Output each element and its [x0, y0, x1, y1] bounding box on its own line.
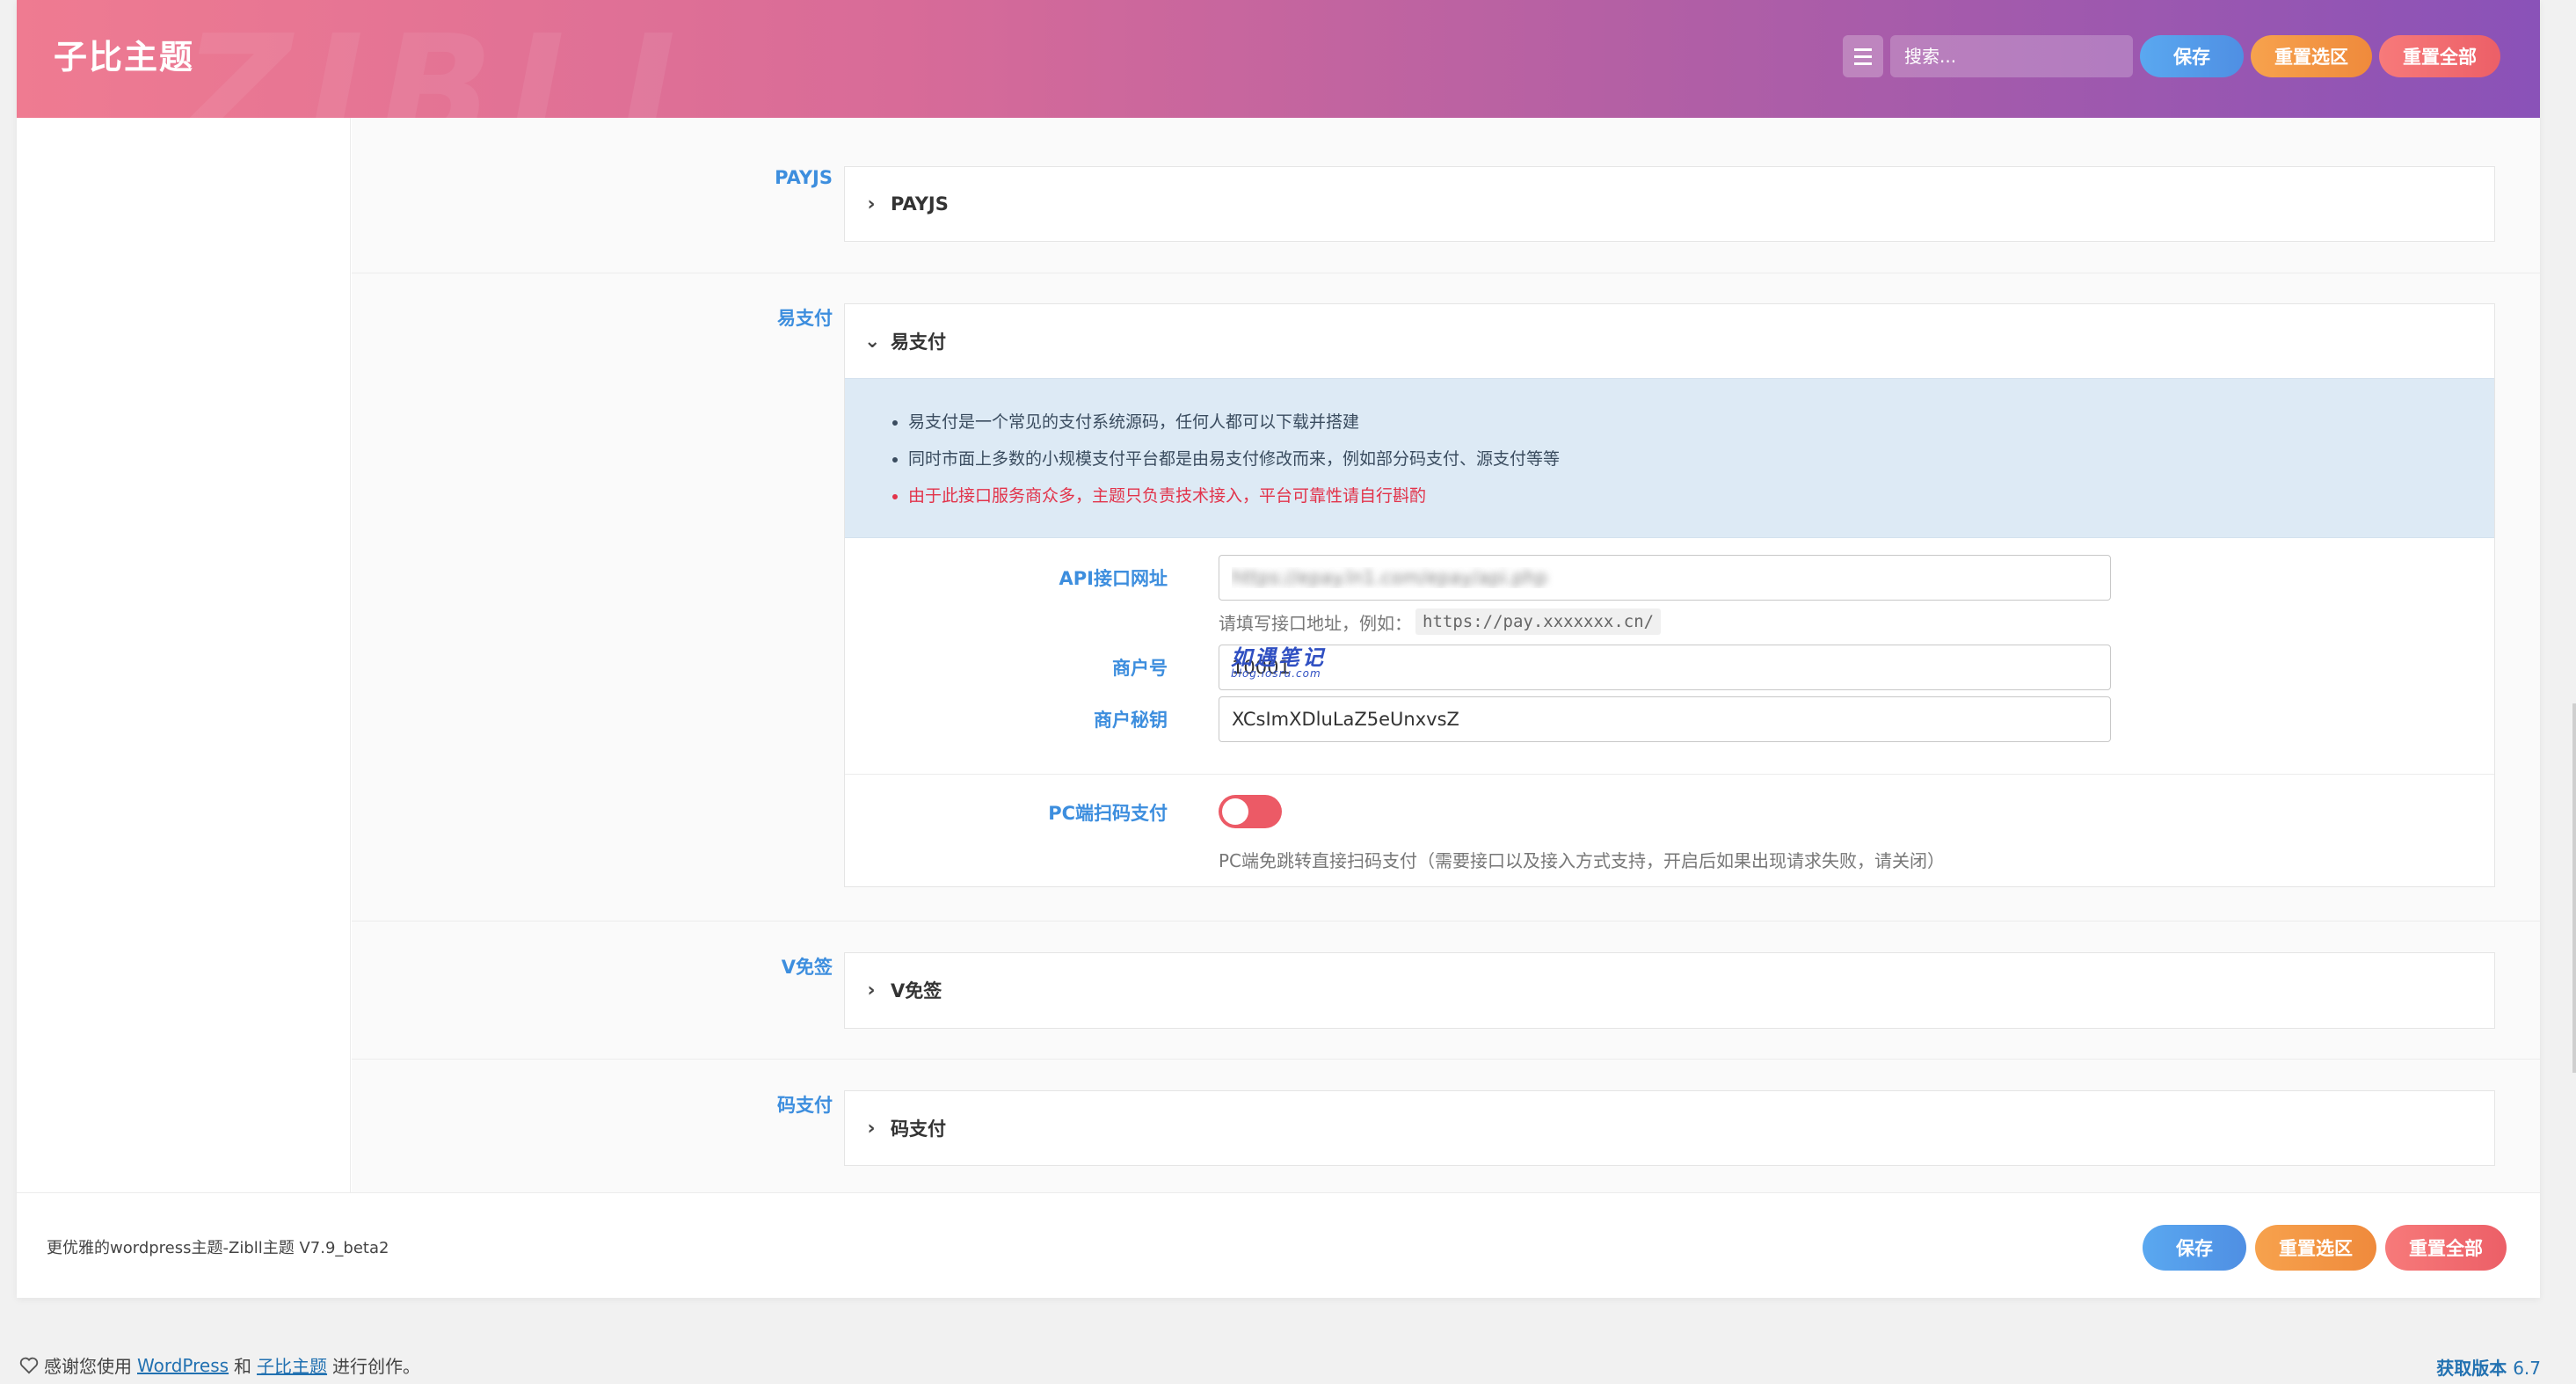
- section-codepay: 码支付 › 码支付: [352, 1060, 2540, 1192]
- header-bar: ZIBLL 子比主题 保存 重置选区 重置全部: [17, 0, 2540, 118]
- accordion-header[interactable]: › 码支付: [845, 1091, 2494, 1165]
- version-label: 获取版本: [2436, 1358, 2507, 1379]
- theme-version-text: 更优雅的wordpress主题-Zibll主题 V7.9_beta2: [47, 1239, 389, 1257]
- save-button[interactable]: 保存: [2140, 35, 2244, 77]
- info-notice: 易支付是一个常见的支付系统源码，任何人都可以下载并搭建 同时市面上多数的小规模支…: [845, 378, 2494, 538]
- chevron-down-icon: ⌄: [864, 330, 881, 353]
- hint-example: https://pay.xxxxxxx.cn/: [1415, 608, 1662, 635]
- section-label: PAYJS: [775, 167, 833, 188]
- accordion-payjs[interactable]: › PAYJS: [844, 166, 2495, 242]
- main-content: PAYJS › PAYJS 易支付 ⌄ 易支付 易支付是一个常见的支付系统源码，…: [352, 118, 2540, 1192]
- notice-item: 同时市面上多数的小规模支付平台都是由易支付修改而来，例如部分码支付、源支付等等: [908, 441, 2494, 477]
- pc-qr-hint: PC端免跳转直接扫码支付（需要接口以及接入方式支持，开启后如果出现请求失败，请关…: [1219, 850, 1946, 871]
- chevron-right-icon: ›: [867, 1117, 876, 1140]
- pc-qr-label: PC端扫码支付: [1048, 803, 1168, 824]
- chevron-right-icon: ›: [867, 979, 876, 1002]
- footer-suffix: 进行创作。: [332, 1356, 421, 1377]
- toggle-knob: [1222, 798, 1248, 825]
- section-vmianqian: V免签 › V免签: [352, 921, 2540, 1060]
- footer-mid: 和: [234, 1356, 252, 1377]
- hint-text: 请填写接口地址，例如：: [1219, 612, 1412, 634]
- api-url-label: API接口网址: [1059, 568, 1168, 589]
- scrollbar[interactable]: [2572, 703, 2576, 1073]
- reset-section-button[interactable]: 重置选区: [2251, 35, 2372, 77]
- zibll-link[interactable]: 子比主题: [257, 1352, 327, 1378]
- sidebar-nav: [17, 118, 351, 1192]
- version-number: 6.7: [2513, 1358, 2541, 1379]
- section-label: 易支付: [777, 308, 833, 329]
- notice-item: 易支付是一个常见的支付系统源码，任何人都可以下载并搭建: [908, 404, 2494, 441]
- chevron-right-icon: ›: [867, 193, 876, 215]
- accordion-codepay[interactable]: › 码支付: [844, 1090, 2495, 1166]
- accordion-title: V免签: [891, 980, 942, 1002]
- section-payjs: PAYJS › PAYJS: [352, 118, 2540, 273]
- admin-footer: 感谢您使用 WordPress 和子比主题 进行创作。: [19, 1352, 420, 1378]
- api-url-field[interactable]: [1219, 555, 2111, 601]
- footer-toolbar: 保存 重置选区 重置全部: [2143, 1225, 2507, 1271]
- section-epay: 易支付 ⌄ 易支付 易支付是一个常见的支付系统源码，任何人都可以下载并搭建 同时…: [352, 273, 2540, 921]
- accordion-vmianqian[interactable]: › V免签: [844, 952, 2495, 1029]
- accordion-header[interactable]: ⌄ 易支付: [845, 304, 2494, 378]
- footer-bar: 更优雅的wordpress主题-Zibll主题 V7.9_beta2 保存 重置…: [17, 1192, 2540, 1298]
- section-label: 码支付: [777, 1095, 833, 1116]
- header-ghost-logo: ZIBLL: [184, 4, 731, 118]
- get-version-link[interactable]: 获取版本 6.7: [2436, 1354, 2541, 1380]
- header-toolbar: 保存 重置选区 重置全部: [1843, 35, 2500, 77]
- footer-prefix: 感谢您使用: [44, 1356, 132, 1377]
- search-input[interactable]: [1890, 35, 2133, 77]
- heart-icon: [19, 1357, 39, 1373]
- merchant-id-field[interactable]: [1219, 645, 2111, 690]
- accordion-title: 易支付: [891, 331, 946, 353]
- wordpress-link[interactable]: WordPress: [137, 1355, 229, 1376]
- notice-warning: 由于此接口服务商众多，主题只负责技术接入，平台可靠性请自行斟酌: [908, 477, 2494, 514]
- save-button[interactable]: 保存: [2143, 1225, 2246, 1271]
- api-url-hint: 请填写接口地址，例如： https://pay.xxxxxxx.cn/: [1219, 608, 1662, 635]
- reset-all-button[interactable]: 重置全部: [2379, 35, 2500, 77]
- reset-section-button[interactable]: 重置选区: [2255, 1225, 2376, 1271]
- divider: [845, 774, 2494, 775]
- settings-window: ZIBLL 子比主题 保存 重置选区 重置全部 PAYJS › PAYJS: [17, 0, 2540, 1298]
- merchant-id-label: 商户号: [1112, 658, 1168, 679]
- accordion-epay: ⌄ 易支付 易支付是一个常见的支付系统源码，任何人都可以下载并搭建 同时市面上多…: [844, 303, 2495, 887]
- merchant-key-label: 商户秘钥: [1094, 710, 1168, 731]
- accordion-header[interactable]: › V免签: [845, 953, 2494, 1027]
- accordion-title: 码支付: [891, 1118, 946, 1140]
- merchant-key-field[interactable]: [1219, 696, 2111, 742]
- accordion-header[interactable]: › PAYJS: [845, 167, 2494, 241]
- page-title: 子比主题: [54, 38, 195, 76]
- accordion-title: PAYJS: [891, 193, 949, 215]
- section-label: V免签: [781, 957, 833, 978]
- list-icon[interactable]: [1843, 35, 1883, 77]
- pc-qr-toggle[interactable]: [1219, 795, 1282, 828]
- reset-all-button[interactable]: 重置全部: [2385, 1225, 2507, 1271]
